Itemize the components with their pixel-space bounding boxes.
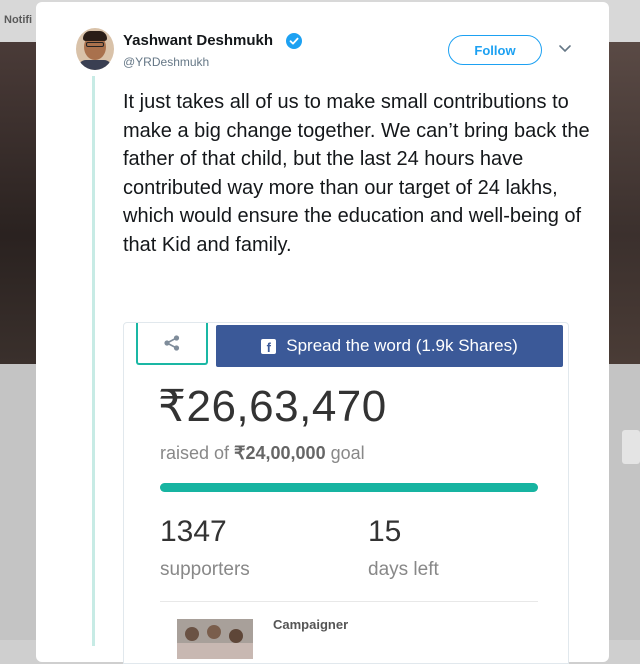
campaigner-photo	[177, 619, 253, 659]
days-left-label: days left	[368, 559, 439, 580]
campaigner-label: Campaigner	[273, 617, 349, 632]
goal-amount: ₹24,00,000	[234, 443, 326, 463]
tweet-card: Yashwant Deshmukh @YRDeshmukh Follow It …	[36, 2, 609, 664]
tweet-text: It just takes all of us to make small co…	[123, 91, 590, 256]
divider	[160, 601, 538, 602]
spread-the-word-label: Spread the word (1.9k Shares)	[286, 336, 518, 355]
author-name[interactable]: Yashwant Deshmukh	[123, 32, 273, 49]
supporters-label: supporters	[160, 559, 250, 580]
days-left-count: 15	[368, 515, 402, 548]
progress-bar	[160, 483, 538, 492]
share-button[interactable]	[136, 323, 208, 365]
background-photo-right	[609, 42, 640, 364]
chevron-down-icon[interactable]	[558, 44, 572, 54]
background-card-right	[622, 430, 640, 464]
author-handle[interactable]: @YRDeshmukh	[123, 55, 209, 69]
background-panel-left	[0, 364, 36, 640]
background-panel-right	[609, 364, 640, 640]
background-notifications-tab: Notifi	[4, 14, 33, 26]
goal-text: raised of ₹24,00,000 goal	[160, 443, 365, 464]
goal-suffix: goal	[325, 443, 365, 463]
amount-raised: ₹26,63,470	[158, 382, 387, 431]
progress-fill	[160, 483, 538, 492]
follow-button[interactable]: Follow	[448, 35, 542, 65]
background-photo-left	[0, 42, 36, 364]
facebook-icon: f	[261, 338, 277, 354]
spread-the-word-button[interactable]: f Spread the word (1.9k Shares)	[216, 325, 563, 367]
verified-badge-icon	[286, 33, 302, 49]
share-icon	[164, 335, 180, 351]
thread-line	[92, 76, 95, 646]
avatar[interactable]	[76, 28, 114, 70]
fundraiser-card[interactable]: f Spread the word (1.9k Shares) ₹26,63,4…	[123, 322, 569, 664]
goal-prefix: raised of	[160, 443, 235, 463]
supporters-count: 1347	[160, 515, 227, 548]
